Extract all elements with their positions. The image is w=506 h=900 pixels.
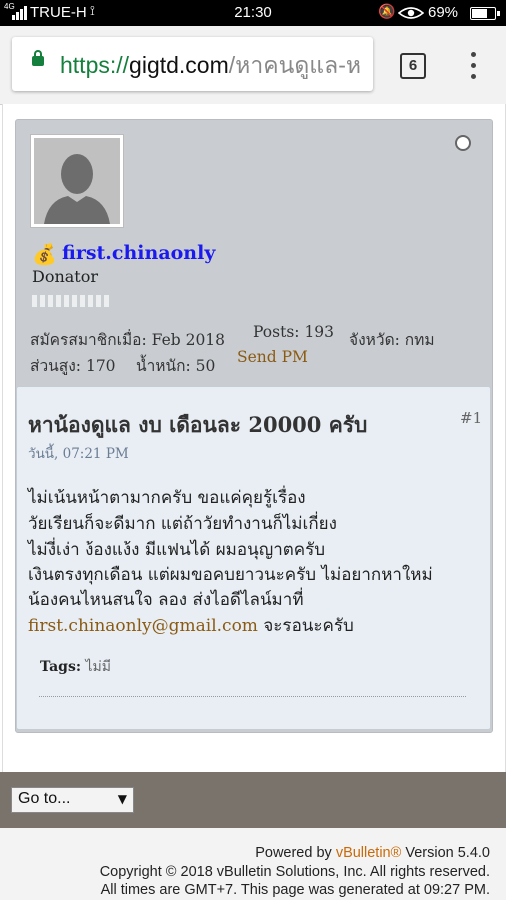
browser-toolbar: https://gigtd.com/หาคนดูแล-ห 6 [0,26,506,105]
battery-icon [470,7,500,20]
default-avatar-icon [34,138,120,224]
post-count: Posts: 193 [253,323,335,341]
status-bar: 4G TRUE-H ⟟ 21:30 🔕 69% [0,0,506,26]
user-title: Donator [32,267,99,286]
reputation-bar [32,295,112,307]
lock-icon [32,50,44,66]
height-field: ส่วนสูง: 170 [30,357,116,375]
battery-percent: 69% [428,4,459,21]
province: จังหวัด: กทม [349,331,435,349]
post-line: น้องคนไหนสนใจ ลอง ส่งไอดีไลน์มาที่ [28,590,304,610]
divider [39,696,466,697]
username-link[interactable]: first.chinaonly [62,242,215,264]
dropdown-arrow-icon: ▼ [117,792,127,806]
email-link[interactable]: first.chinaonly@gmail.com [28,616,258,636]
eye-comfort-icon [398,7,424,19]
send-pm-link[interactable]: Send PM [237,348,308,366]
mute-bell-icon: 🔕 [378,3,396,19]
tab-switcher-button[interactable]: 6 [400,53,426,79]
post-date: วันนี้, 07:21 PM [28,446,129,462]
overflow-menu-icon[interactable] [466,52,480,80]
avatar[interactable] [30,134,124,228]
powered-by: Powered by vBulletin® Version 5.4.0 [255,845,490,861]
money-bag-icon: 💰 [32,242,57,266]
online-status-icon [455,135,471,151]
post-line: ไม่งี่เง่า ง้องแง้ง มีแฟนได้ ผมอนุญาตครั… [28,540,326,560]
timezone-note: All times are GMT+7. This page was gener… [100,882,490,898]
url-text[interactable]: https://gigtd.com/หาคนดูแล-ห [60,51,361,79]
joined-date: สมัครสมาชิกเมื่อ: Feb 2018 [30,331,226,349]
goto-select[interactable]: Go to... ▼ [11,787,134,813]
vbulletin-link[interactable]: vBulletin® [336,845,402,861]
weight-field: น้ำหนัก: 50 [136,357,216,375]
post-email-line: first.chinaonly@gmail.com จะรอนะครับ [28,616,354,636]
post-line: วัยเรียนก็จะดีมาก แต่ถ้าวัยทำงานก็ไม่เกี… [28,514,337,534]
post-title: หาน้องดูแล งบ เดือนละ 20000 ครับ [28,412,368,437]
copyright: Copyright © 2018 vBulletin Solutions, In… [99,864,490,880]
post-line: เงินตรงทุกเดือน แต่ผมขอคบยาวนะครับ ไม่อย… [28,565,433,585]
post-line: ไม่เน้นหน้าตามากครับ ขอแค่คุยรู้เรื่อง [28,488,306,508]
address-bar[interactable]: https://gigtd.com/หาคนดูแล-ห [12,37,373,91]
post-number-link[interactable]: #1 [460,409,482,427]
tags: Tags: ไม่มี [40,659,111,675]
